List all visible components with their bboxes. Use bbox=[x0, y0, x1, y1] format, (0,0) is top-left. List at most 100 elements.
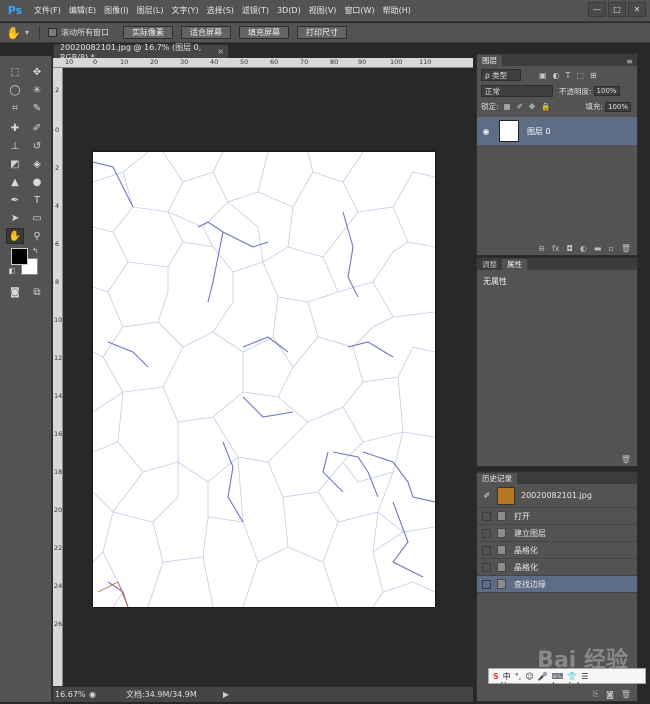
new-group-icon[interactable]: ▬ bbox=[594, 244, 602, 253]
brush-tool-icon[interactable]: ✐ bbox=[28, 120, 46, 136]
scroll-all-windows-checkbox[interactable] bbox=[47, 28, 57, 37]
history-state[interactable]: 建立图层 bbox=[477, 525, 637, 542]
menu-image[interactable]: 图像(I) bbox=[100, 5, 133, 16]
layer-name[interactable]: 图层 0 bbox=[527, 126, 551, 137]
history-state[interactable]: 晶格化 bbox=[477, 542, 637, 559]
delete-state-icon[interactable]: 🗑 bbox=[621, 690, 631, 699]
menu-filter[interactable]: 滤镜(T) bbox=[238, 5, 273, 16]
history-snapshot[interactable]: ✐ 20020082101.jpg bbox=[477, 484, 637, 508]
history-state-selected[interactable]: 查找边缘 bbox=[477, 576, 637, 593]
screen-mode-icon[interactable]: ⧉ bbox=[28, 284, 46, 300]
clone-stamp-tool-icon[interactable]: ⊥ bbox=[6, 138, 24, 154]
fill-input[interactable]: 100% bbox=[604, 101, 631, 112]
ime-keyboard-icon[interactable]: ⌨ bbox=[552, 672, 564, 681]
type-tool-icon[interactable]: T bbox=[28, 192, 46, 208]
delete-layer-icon[interactable]: 🗑 bbox=[621, 244, 631, 253]
history-brush-checkbox[interactable] bbox=[482, 511, 491, 521]
paint-bucket-tool-icon[interactable]: ◈ bbox=[28, 156, 46, 172]
history-state[interactable]: 打开 bbox=[477, 508, 637, 525]
maximize-button[interactable]: □ bbox=[608, 2, 626, 17]
fit-screen-button[interactable]: 适合屏幕 bbox=[180, 26, 231, 39]
lock-brush-icon[interactable]: ✐ bbox=[517, 102, 523, 111]
blur-tool-icon[interactable]: ▲ bbox=[6, 174, 24, 190]
history-brush-tool-icon[interactable]: ↺ bbox=[28, 138, 46, 154]
layer-row[interactable]: ◉ 图层 0 bbox=[477, 117, 637, 145]
filter-pixel-icon[interactable]: ▣ bbox=[539, 71, 547, 80]
pen-tool-icon[interactable]: ✒ bbox=[6, 192, 24, 208]
adjustment-layer-icon[interactable]: ◐ bbox=[580, 244, 587, 253]
menu-edit[interactable]: 编辑(E) bbox=[65, 5, 100, 16]
eyedropper-tool-icon[interactable]: ✎ bbox=[28, 100, 46, 116]
filter-type-icon[interactable]: T bbox=[566, 71, 571, 80]
ime-skin-icon[interactable]: 👕 bbox=[567, 672, 577, 681]
eye-icon[interactable]: ◉ bbox=[477, 127, 495, 136]
minimize-button[interactable]: — bbox=[588, 2, 606, 17]
blend-mode-select[interactable]: 正常 bbox=[481, 85, 553, 97]
layer-filter-select[interactable]: ρ 类型 bbox=[481, 69, 521, 81]
tab-layers[interactable]: 图层 bbox=[477, 55, 502, 66]
filter-adjust-icon[interactable]: ◐ bbox=[553, 71, 560, 80]
fill-screen-button[interactable]: 填充屏幕 bbox=[238, 26, 289, 39]
history-brush-checkbox[interactable] bbox=[482, 528, 491, 538]
move-tool-icon[interactable]: ✥ bbox=[28, 64, 46, 80]
zoom-level[interactable]: 16.67% bbox=[55, 690, 89, 699]
status-menu-arrow-icon[interactable]: ▶ bbox=[223, 690, 229, 699]
rectangle-tool-icon[interactable]: ▭ bbox=[28, 210, 46, 226]
fx-icon[interactable]: fx bbox=[552, 244, 560, 253]
menu-view[interactable]: 视图(V) bbox=[305, 5, 341, 16]
menu-layer[interactable]: 图层(L) bbox=[133, 5, 168, 16]
history-brush-checkbox[interactable] bbox=[482, 545, 491, 555]
document-image[interactable] bbox=[92, 151, 436, 608]
hand-tool-icon[interactable]: ✋ bbox=[6, 228, 24, 244]
close-button[interactable]: ✕ bbox=[628, 2, 646, 17]
lock-all-icon[interactable]: 🔒 bbox=[541, 102, 550, 111]
history-brush-checkbox[interactable] bbox=[482, 579, 491, 589]
actual-pixels-button[interactable]: 实际像素 bbox=[122, 26, 173, 39]
close-tab-icon[interactable]: × bbox=[217, 47, 224, 56]
dodge-tool-icon[interactable]: ● bbox=[28, 174, 46, 190]
menu-type[interactable]: 文字(Y) bbox=[167, 5, 202, 16]
lock-transparent-icon[interactable]: ▦ bbox=[504, 102, 511, 111]
document-tab[interactable]: 20020082101.jpg @ 16.7% (图层 0, RGB/8) * … bbox=[53, 43, 229, 62]
tab-history[interactable]: 历史记录 bbox=[477, 473, 517, 484]
menu-file[interactable]: 文件(F) bbox=[30, 5, 65, 16]
foreground-color-swatch[interactable] bbox=[11, 248, 28, 265]
lock-move-icon[interactable]: ✥ bbox=[529, 102, 535, 111]
hand-tool-icon[interactable]: ✋ bbox=[6, 26, 21, 40]
delete-icon[interactable]: 🗑 bbox=[621, 455, 631, 464]
default-colors-icon[interactable]: ◧ bbox=[7, 266, 17, 276]
quick-mask-icon[interactable]: ◙ bbox=[6, 284, 24, 300]
healing-brush-tool-icon[interactable]: ✚ bbox=[6, 120, 24, 136]
path-selection-tool-icon[interactable]: ➤ bbox=[6, 210, 24, 226]
menu-3d[interactable]: 3D(D) bbox=[273, 6, 305, 15]
swap-colors-icon[interactable]: ↰ bbox=[30, 246, 40, 256]
menu-select[interactable]: 选择(S) bbox=[203, 5, 238, 16]
history-state[interactable]: 晶格化 bbox=[477, 559, 637, 576]
marquee-tool-icon[interactable]: ⬚ bbox=[6, 64, 24, 80]
crop-tool-icon[interactable]: ⌗ bbox=[6, 100, 24, 116]
menu-help[interactable]: 帮助(H) bbox=[379, 5, 415, 16]
history-brush-checkbox[interactable] bbox=[482, 562, 491, 572]
new-layer-icon[interactable]: ▫ bbox=[608, 244, 613, 253]
ime-punctuation-icon[interactable]: °, bbox=[515, 672, 522, 681]
panel-menu-icon[interactable]: ≡ bbox=[626, 57, 633, 66]
zoom-tool-icon[interactable]: ⚲ bbox=[28, 228, 46, 244]
filter-smart-icon[interactable]: ⊞ bbox=[590, 71, 597, 80]
tab-adjustments[interactable]: 调整 bbox=[477, 259, 502, 270]
link-layers-icon[interactable]: ⊖ bbox=[538, 244, 545, 253]
add-mask-icon[interactable]: ◘ bbox=[567, 244, 573, 253]
ime-logo-icon[interactable]: S bbox=[493, 672, 499, 681]
history-brush-source-icon[interactable]: ✐ bbox=[477, 491, 497, 500]
menu-window[interactable]: 窗口(W) bbox=[340, 5, 378, 16]
ime-mic-icon[interactable]: 🎤 bbox=[538, 672, 548, 681]
eraser-tool-icon[interactable]: ◩ bbox=[6, 156, 24, 172]
tab-properties[interactable]: 属性 bbox=[502, 259, 527, 270]
ime-chinese-mode[interactable]: 中 bbox=[503, 671, 511, 682]
lasso-tool-icon[interactable]: ◯ bbox=[6, 82, 24, 98]
status-info-icon[interactable]: ◉ bbox=[89, 690, 96, 699]
tool-preset-dropdown-icon[interactable]: ▾ bbox=[25, 28, 29, 37]
print-size-button[interactable]: 打印尺寸 bbox=[296, 26, 347, 39]
ime-menu-icon[interactable]: ☰ bbox=[581, 672, 588, 681]
magic-wand-tool-icon[interactable]: ✳ bbox=[28, 82, 46, 98]
filter-shape-icon[interactable]: ⬚ bbox=[576, 71, 584, 80]
